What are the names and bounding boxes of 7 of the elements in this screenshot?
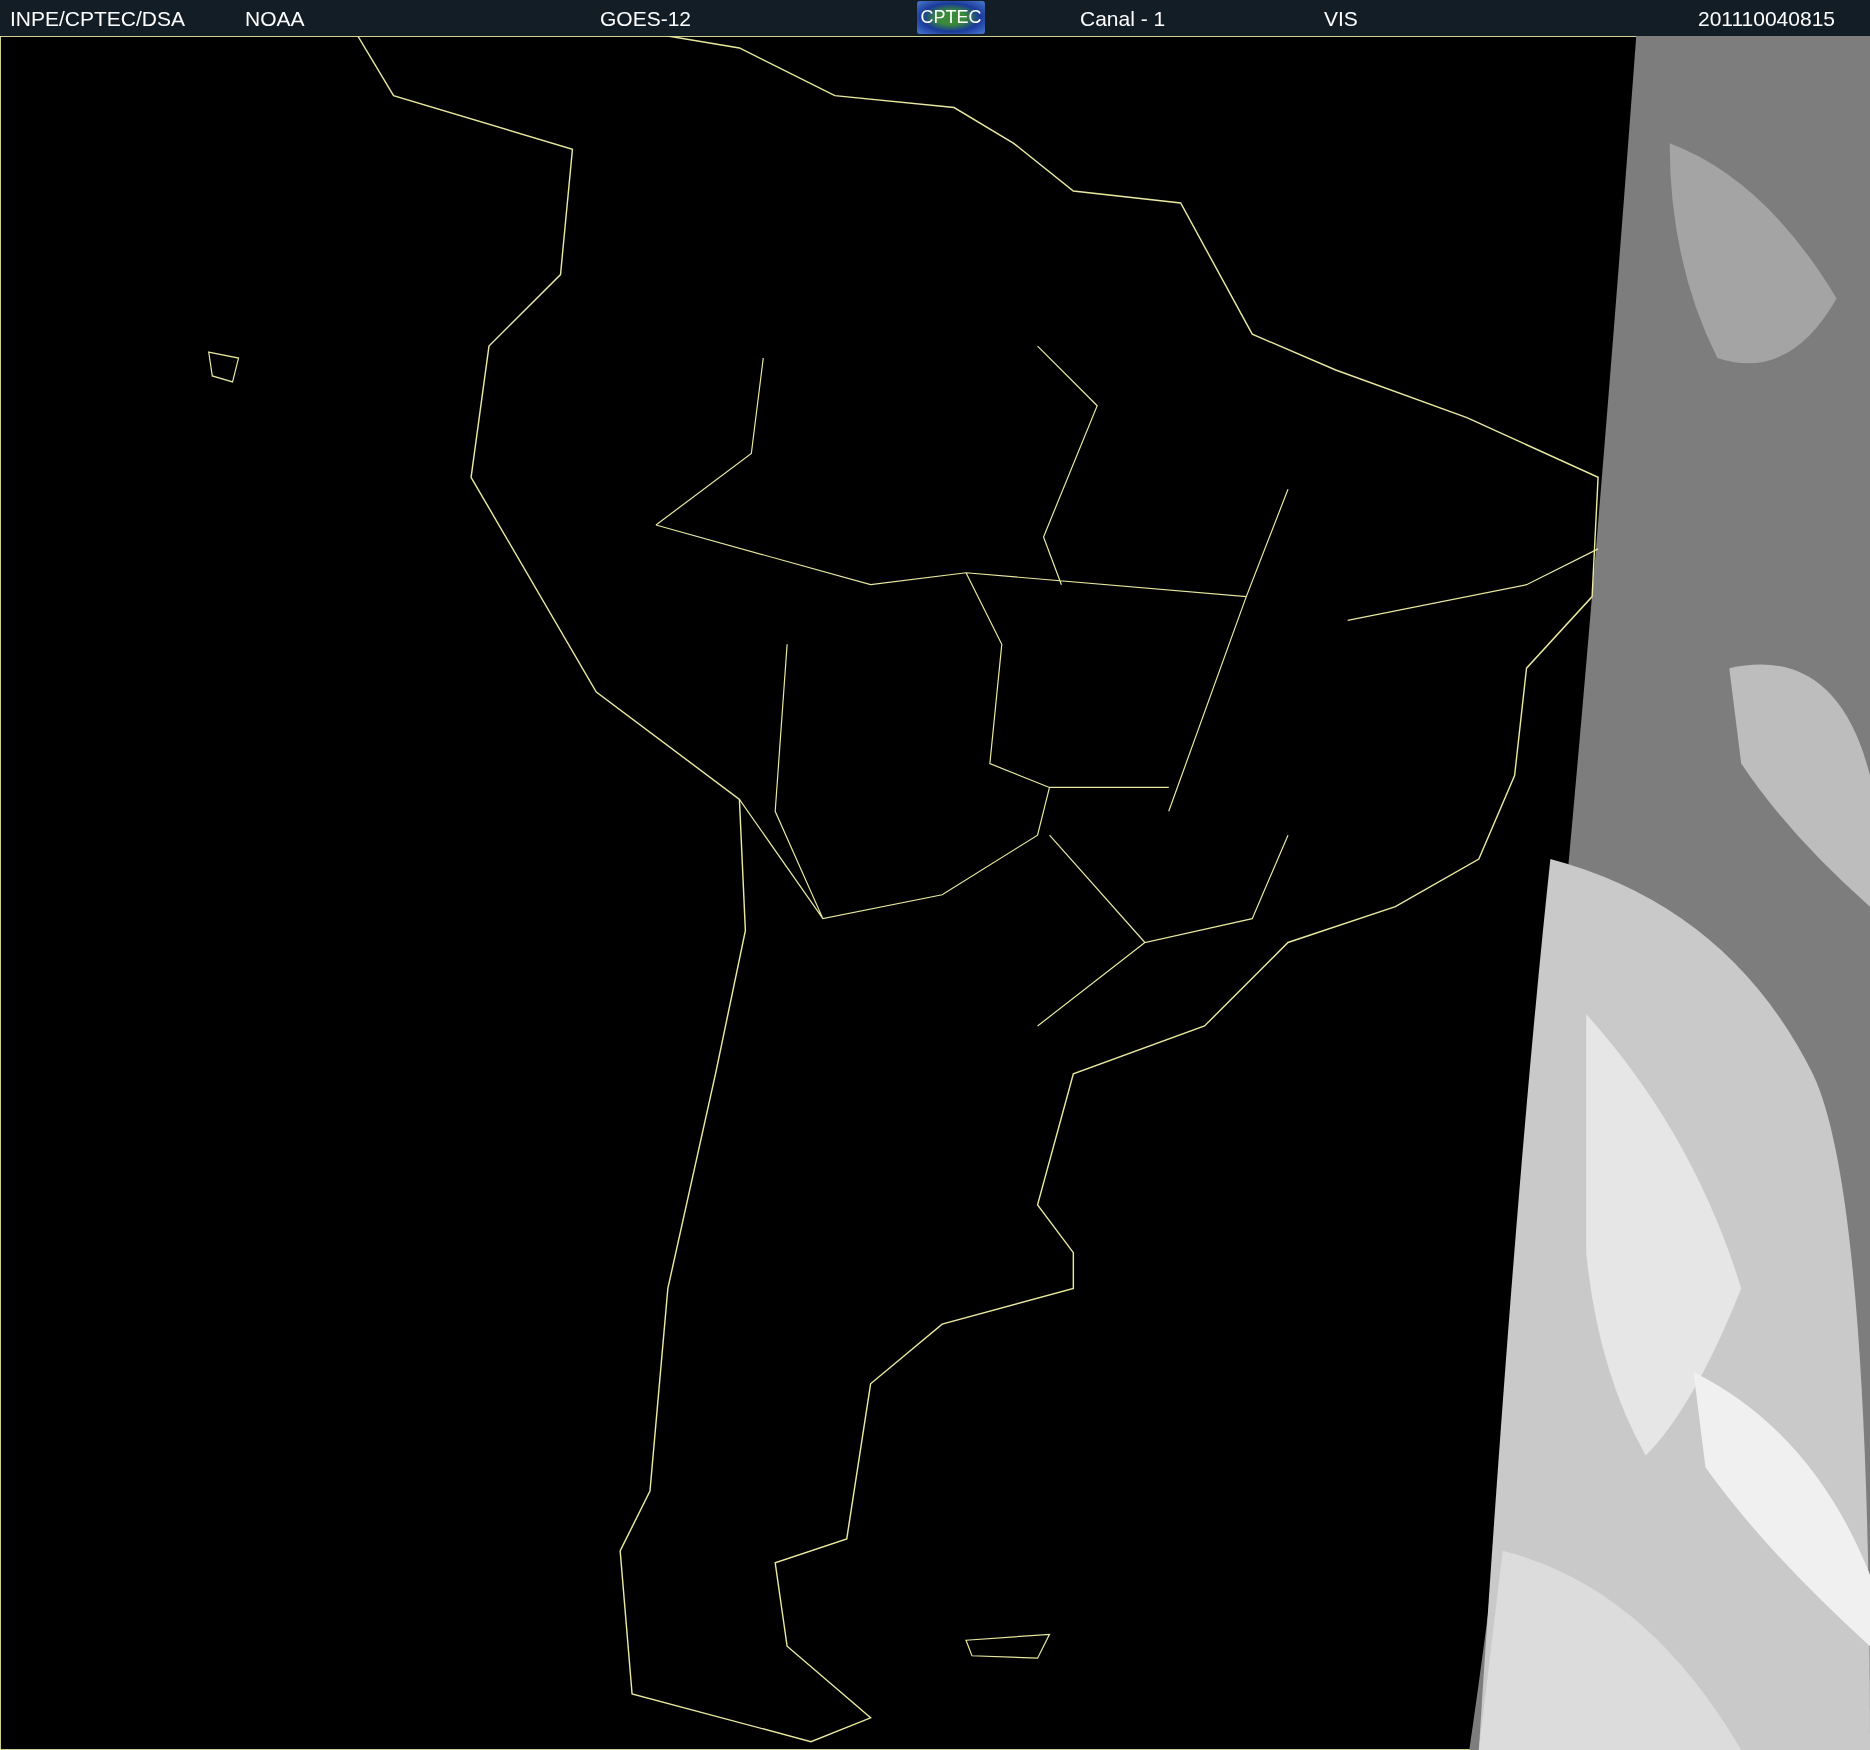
source-label: INPE/CPTEC/DSA	[10, 7, 186, 31]
band-label: VIS	[1324, 7, 1358, 31]
timestamp-label: 201110040815	[1697, 7, 1835, 31]
logo: CPTEC	[917, 1, 985, 34]
satellite-label: GOES-12	[600, 7, 692, 31]
channel-label: Canal - 1	[1080, 7, 1166, 31]
agency-label: NOAA	[245, 7, 305, 31]
